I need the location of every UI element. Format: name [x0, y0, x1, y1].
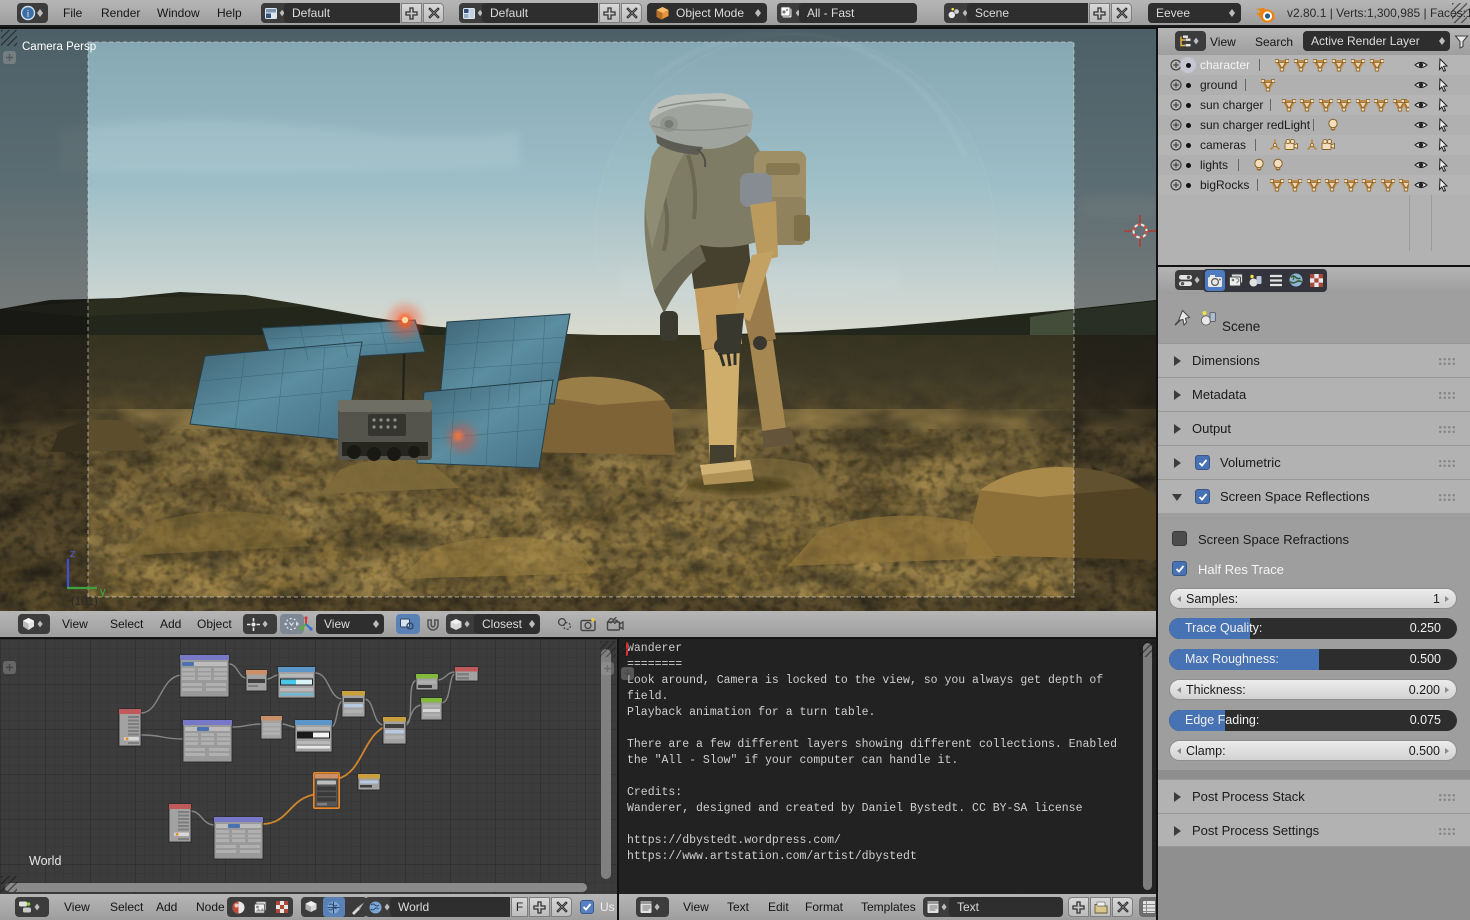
svg-text:World: World: [29, 854, 61, 868]
svg-text:Camera Persp: Camera Persp: [22, 41, 96, 53]
svg-text:(101): (101): [71, 596, 98, 608]
svg-text:y: y: [100, 586, 106, 598]
svg-text:z: z: [70, 548, 76, 560]
